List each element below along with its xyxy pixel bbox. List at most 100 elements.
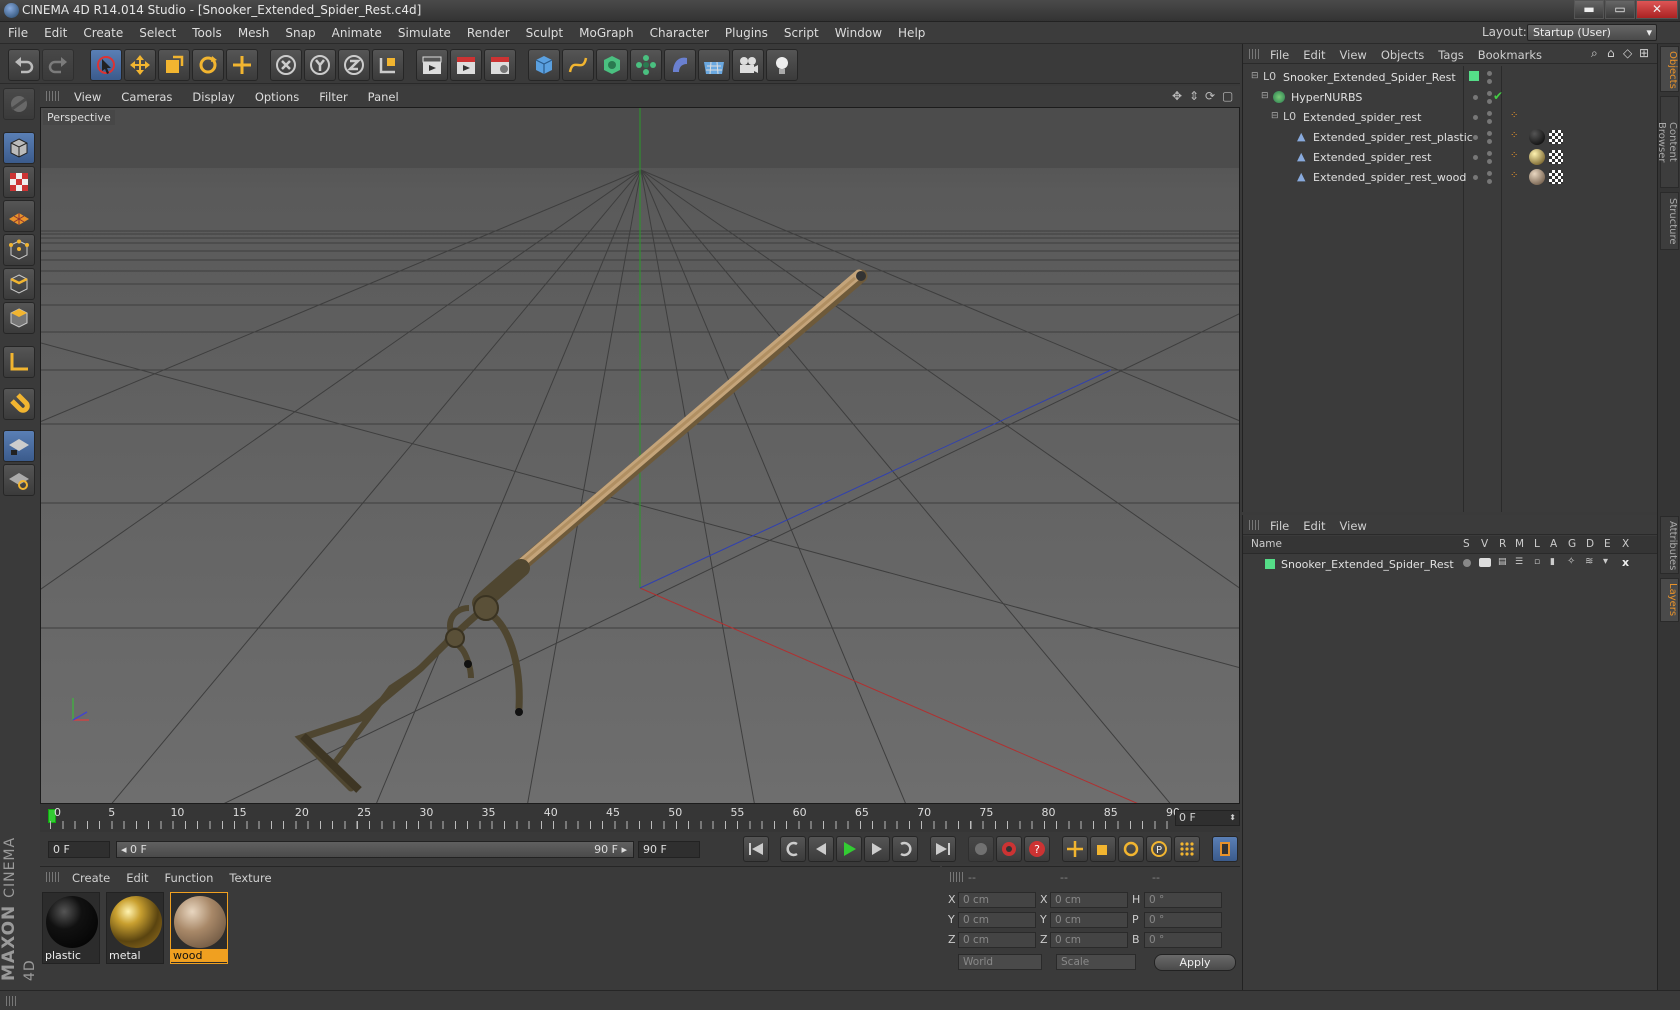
perspective-viewport[interactable]: Perspective: [40, 107, 1240, 804]
viewport-menu-cameras[interactable]: Cameras: [111, 87, 182, 108]
minimize-button[interactable]: ▬: [1574, 0, 1604, 19]
column-animation-header[interactable]: A: [1550, 538, 1557, 550]
menu-snap[interactable]: Snap: [277, 22, 323, 44]
solo-toggle-icon[interactable]: [1463, 559, 1471, 567]
layers-menu-file[interactable]: File: [1263, 516, 1296, 536]
key-scale-button[interactable]: [1090, 836, 1116, 862]
menu-mesh[interactable]: Mesh: [230, 22, 278, 44]
objects-menu-edit[interactable]: Edit: [1296, 45, 1332, 65]
enable-axis-button[interactable]: [3, 346, 35, 378]
make-editable-button[interactable]: [3, 88, 35, 120]
column-manager-header[interactable]: M: [1515, 538, 1524, 550]
tab-content-browser[interactable]: Content Browser: [1656, 96, 1679, 188]
menu-character[interactable]: Character: [642, 22, 717, 44]
eye-icon[interactable]: ◇: [1623, 46, 1632, 60]
rotation-p-field[interactable]: 0 °: [1144, 912, 1222, 928]
layout-select[interactable]: Startup (User) ▾: [1527, 24, 1657, 41]
autokeying-button[interactable]: [996, 836, 1022, 862]
viewport-menu-display[interactable]: Display: [182, 87, 244, 108]
tab-layers[interactable]: Layers: [1660, 578, 1679, 622]
menu-window[interactable]: Window: [827, 22, 890, 44]
menu-file[interactable]: File: [0, 22, 36, 44]
uvw-tag-checker-icon[interactable]: [1549, 130, 1563, 144]
expressions-toggle-icon[interactable]: ▾: [1603, 556, 1608, 567]
maximize-button[interactable]: ▭: [1605, 0, 1635, 19]
tree-row-extended-spider-rest-group[interactable]: ⊟ L0 Extended_spider_rest ⁘: [1243, 108, 1658, 128]
editor-visibility-dot[interactable]: [1487, 171, 1492, 176]
size-mode-select[interactable]: Scale: [1056, 954, 1136, 970]
add-nurbs-button[interactable]: [596, 49, 628, 81]
locked-workplane-button[interactable]: [3, 430, 35, 462]
render-visibility-dot[interactable]: [1487, 159, 1492, 164]
scale-tool-button[interactable]: [158, 49, 190, 81]
viewport-dolly-icon[interactable]: ⇕: [1189, 89, 1199, 103]
lock-toggle-icon[interactable]: ▫: [1534, 557, 1540, 567]
key-position-button[interactable]: [1062, 836, 1088, 862]
prev-frame-button[interactable]: [808, 836, 834, 862]
phong-tag-icon[interactable]: ⁘: [1510, 110, 1518, 121]
view-toggle-icon[interactable]: [1479, 558, 1491, 567]
tree-row-plastic[interactable]: ▲ Extended_spider_rest_plastic ⁘: [1243, 128, 1658, 148]
record-keys-button[interactable]: [968, 836, 994, 862]
column-xref-header[interactable]: X: [1622, 538, 1629, 550]
undo-button[interactable]: [8, 49, 40, 81]
position-y-field[interactable]: 0 cm: [958, 912, 1036, 928]
editor-visibility-dot[interactable]: [1487, 71, 1492, 76]
home-icon[interactable]: ⌂: [1607, 46, 1615, 60]
position-x-field[interactable]: 0 cm: [958, 892, 1036, 908]
menu-create[interactable]: Create: [75, 22, 131, 44]
edges-mode-button[interactable]: [3, 268, 35, 300]
column-deformers-header[interactable]: D: [1586, 538, 1594, 550]
objects-menu-bookmarks[interactable]: Bookmarks: [1471, 45, 1549, 65]
size-y-field[interactable]: 0 cm: [1050, 912, 1128, 928]
viewport-menu-panel[interactable]: Panel: [358, 87, 409, 108]
frame-range-slider[interactable]: ◂ 0 F 90 F ▸: [116, 841, 634, 858]
next-frame-button[interactable]: [864, 836, 890, 862]
tree-row-root[interactable]: ⊟ L0 Snooker_Extended_Spider_Rest: [1243, 68, 1658, 88]
y-axis-lock-button[interactable]: [304, 49, 336, 81]
rotate-tool-button[interactable]: [192, 49, 224, 81]
move-tool-button[interactable]: [124, 49, 156, 81]
editor-visibility-dot[interactable]: [1487, 91, 1492, 96]
collapse-toggle-icon[interactable]: ⊟: [1261, 91, 1269, 101]
workplane-mode-button[interactable]: [3, 200, 35, 232]
column-generators-header[interactable]: G: [1568, 538, 1576, 550]
layer-row[interactable]: Snooker_Extended_Spider_Rest ▤ ☰ ▫ ▮ ✧ ≋…: [1243, 556, 1658, 574]
live-selection-button[interactable]: [90, 49, 122, 81]
material-menu-create[interactable]: Create: [64, 868, 118, 888]
material-menu-edit[interactable]: Edit: [118, 868, 156, 888]
editor-visibility-dot[interactable]: [1473, 155, 1478, 160]
editor-visibility-dot[interactable]: [1473, 115, 1478, 120]
layers-menu-view[interactable]: View: [1333, 516, 1374, 536]
size-z-field[interactable]: 0 cm: [1050, 932, 1128, 948]
editor-visibility-dot[interactable]: [1473, 135, 1478, 140]
xref-toggle-icon[interactable]: x: [1622, 556, 1629, 569]
coordinate-space-select[interactable]: World: [958, 954, 1042, 970]
timeline-layout-button[interactable]: [1212, 836, 1238, 862]
viewport-maximize-icon[interactable]: ▢: [1222, 89, 1233, 103]
viewport-menu-options[interactable]: Options: [245, 87, 309, 108]
column-locked-header[interactable]: L: [1534, 538, 1540, 550]
material-tag-wood[interactable]: [1529, 169, 1545, 185]
menu-simulate[interactable]: Simulate: [390, 22, 459, 44]
enabled-check-icon[interactable]: ✔: [1493, 89, 1503, 103]
add-spline-button[interactable]: [562, 49, 594, 81]
recent-tool-button[interactable]: [226, 49, 258, 81]
editor-visibility-dot[interactable]: [1487, 131, 1492, 136]
menu-sculpt[interactable]: Sculpt: [518, 22, 571, 44]
render-visibility-dot[interactable]: [1487, 119, 1492, 124]
points-mode-button[interactable]: [3, 234, 35, 266]
menu-edit[interactable]: Edit: [36, 22, 75, 44]
tree-row-hypernurbs[interactable]: ⊟ HyperNURBS ✔: [1243, 88, 1658, 108]
menu-mograph[interactable]: MoGraph: [571, 22, 642, 44]
collapse-toggle-icon[interactable]: ⊟: [1251, 71, 1259, 81]
phong-tag-icon[interactable]: ⁘: [1510, 130, 1518, 141]
column-solo-header[interactable]: S: [1463, 538, 1470, 550]
menu-script[interactable]: Script: [776, 22, 827, 44]
material-menu-function[interactable]: Function: [157, 868, 222, 888]
column-view-header[interactable]: V: [1481, 538, 1488, 550]
collapse-toggle-icon[interactable]: ⊟: [1271, 111, 1279, 121]
add-array-button[interactable]: [630, 49, 662, 81]
render-visibility-dot[interactable]: [1487, 99, 1492, 104]
uvw-tag-checker-icon[interactable]: [1549, 150, 1563, 164]
